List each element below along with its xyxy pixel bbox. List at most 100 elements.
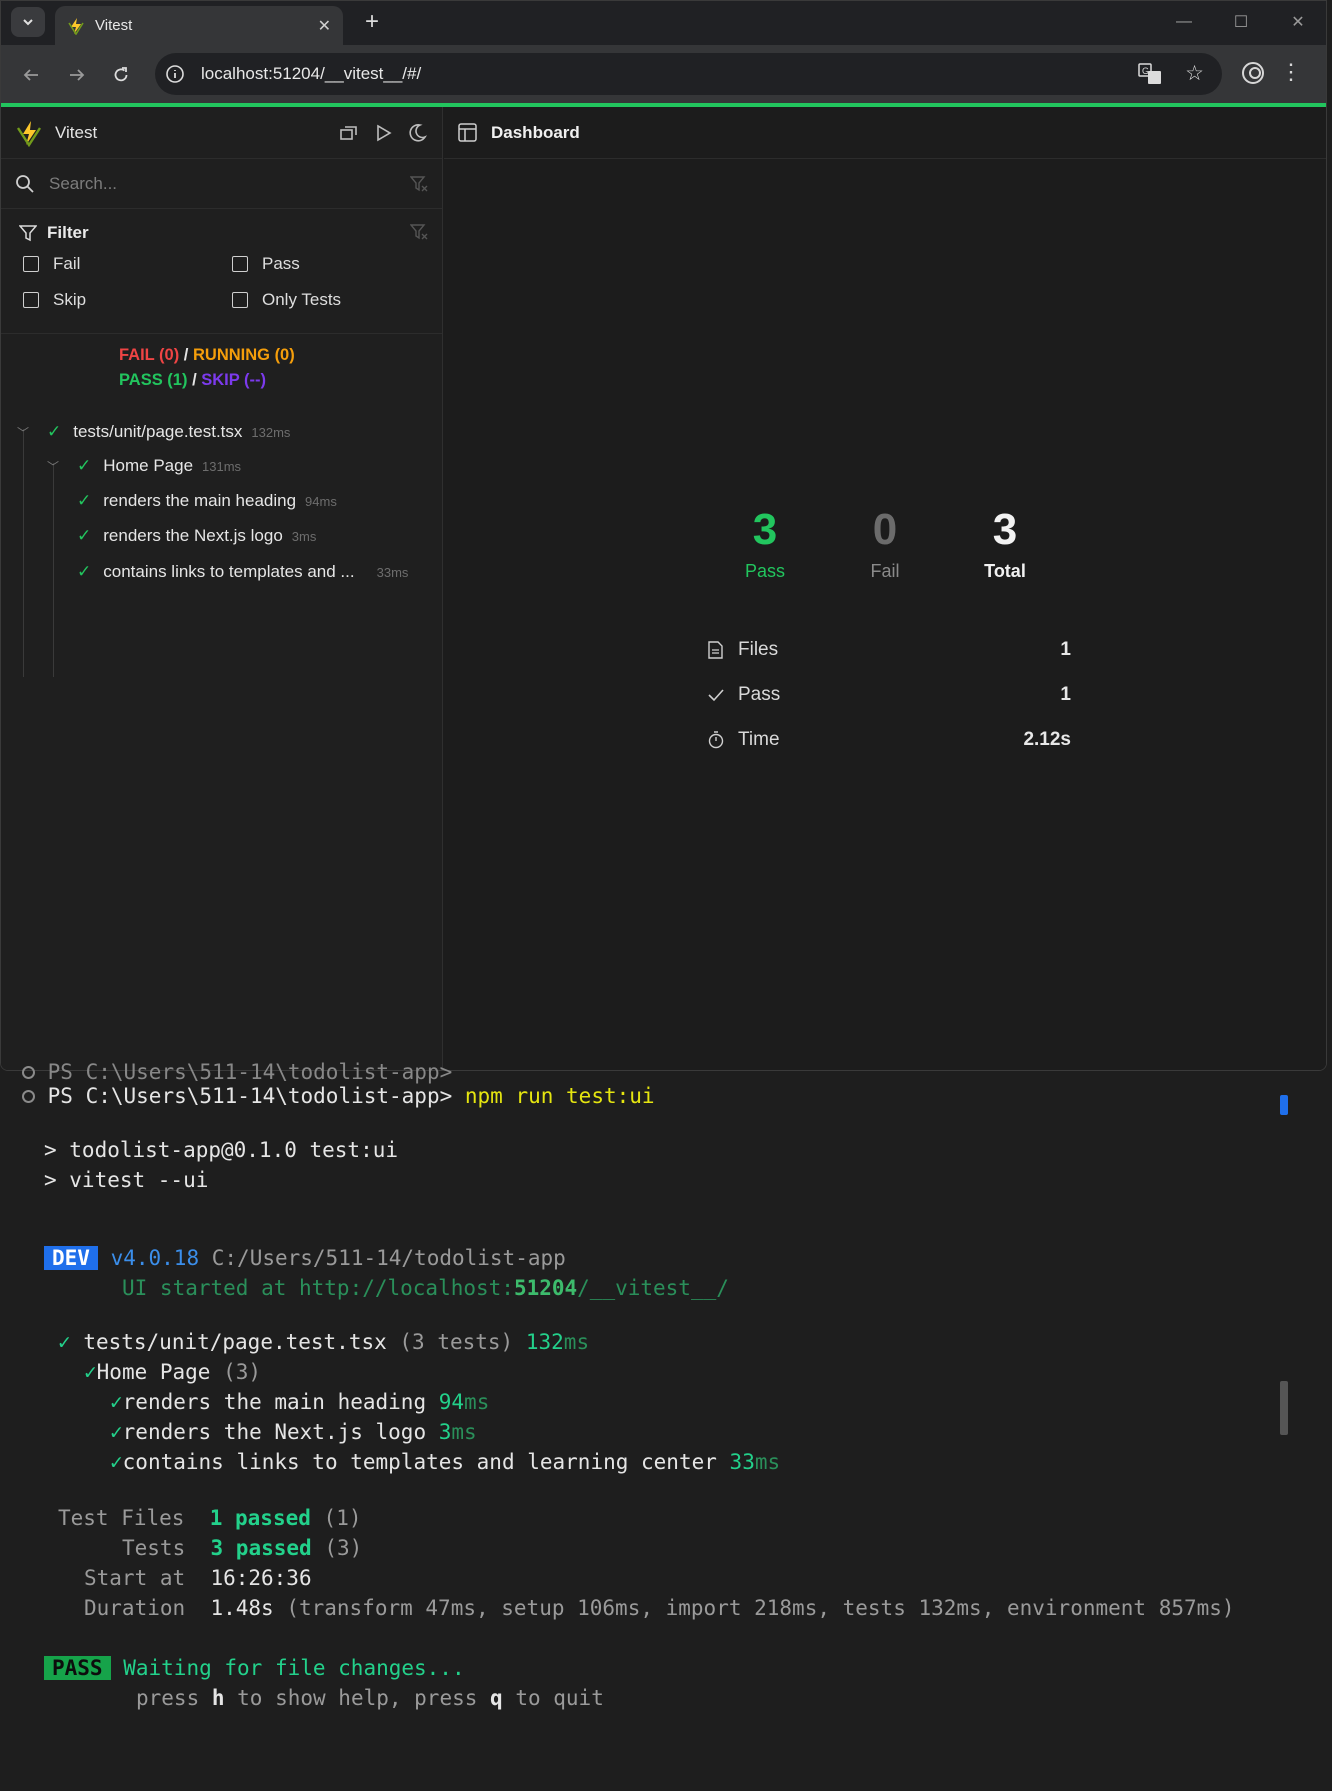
browser-toolbar: localhost:51204/__vitest__/#/ G ☆ ⋮ xyxy=(1,45,1326,103)
test-line: ✓renders the main heading 94ms xyxy=(110,1390,490,1414)
pass-line: PASS Waiting for file changes... xyxy=(44,1653,465,1683)
pass-stat-label: Pass xyxy=(744,561,786,581)
start-summary: Start at 16:26:36 xyxy=(84,1566,312,1590)
circle-icon xyxy=(22,1090,35,1103)
sidebar: Vitest Filter Fail Pass Skip Only Test xyxy=(1,107,443,1070)
terminal-panel[interactable]: PS C:\Users\511-14\todolist-app> PS C:\U… xyxy=(0,1060,1332,1791)
maximize-button[interactable]: ☐ xyxy=(1221,9,1261,35)
forward-button[interactable] xyxy=(61,59,93,91)
search-icon xyxy=(16,174,34,193)
skip-count: SKIP (--) xyxy=(201,371,267,389)
pass-row: Pass 1 xyxy=(708,680,1071,710)
fail-stat: 0 Fail xyxy=(840,505,930,582)
time-row: Time 2.12s xyxy=(708,725,1071,755)
fail-stat-label: Fail xyxy=(870,561,900,581)
browser-window: Vitest ✕ + — ☐ ✕ localhost:51204/__vites… xyxy=(0,0,1327,1071)
close-window-button[interactable]: ✕ xyxy=(1278,9,1318,35)
sidebar-header: Vitest xyxy=(1,107,442,159)
pass-badge: PASS xyxy=(44,1656,111,1680)
timer-icon xyxy=(708,731,724,749)
vitest-favicon-icon xyxy=(68,17,84,35)
terminal-command: npm run test:ui xyxy=(464,1084,655,1108)
test-line: ✓renders the Next.js logo 3ms xyxy=(110,1420,477,1444)
reload-button[interactable] xyxy=(105,59,137,91)
run-all-icon[interactable] xyxy=(372,122,394,144)
new-tab-button[interactable]: + xyxy=(357,7,387,37)
filter-icon xyxy=(19,225,37,242)
running-count: RUNNING (0) xyxy=(192,346,295,364)
dev-badge: DEV xyxy=(44,1246,98,1270)
filter-fail-checkbox[interactable]: Fail xyxy=(23,254,80,274)
ui-started-line: UI started at http://localhost:51204/__v… xyxy=(122,1276,729,1300)
filter-only-tests-checkbox[interactable]: Only Tests xyxy=(232,290,341,310)
suite-line: ✓Home Page (3) xyxy=(84,1360,262,1384)
status-summary: FAIL (0) / RUNNING (0) PASS (1) / SKIP (… xyxy=(119,346,295,389)
duration-summary: Duration 1.48s (transform 47ms, setup 10… xyxy=(84,1596,1235,1620)
filter-panel: Filter Fail Pass Skip Only Tests xyxy=(1,209,442,334)
tab-search-button[interactable] xyxy=(11,7,45,37)
dev-line: DEV v4.0.18 C:/Users/511-14/todolist-app xyxy=(44,1243,566,1273)
site-info-icon[interactable] xyxy=(165,64,185,84)
check-icon xyxy=(708,689,724,702)
arrow-left-icon xyxy=(23,69,38,81)
menu-kebab-icon[interactable]: ⋮ xyxy=(1280,59,1302,85)
test-line: ✓contains links to templates and learnin… xyxy=(110,1450,781,1474)
pass-count: PASS (1) xyxy=(119,371,188,389)
fail-stat-value: 0 xyxy=(872,505,898,554)
check-icon: ✓ xyxy=(47,422,62,441)
browser-tab[interactable]: Vitest ✕ xyxy=(55,6,343,45)
chevron-down-icon[interactable]: ﹀ xyxy=(17,424,31,441)
tree-item-test[interactable]: ✓ renders the main heading 94ms xyxy=(1,486,443,516)
clear-search-icon[interactable] xyxy=(410,175,428,193)
chevron-down-icon xyxy=(23,19,33,26)
back-button[interactable] xyxy=(15,59,47,91)
total-stat-value: 3 xyxy=(992,505,1018,554)
test-files-summary: Test Files 1 passed (1) xyxy=(58,1506,362,1530)
tree-item-test[interactable]: ✓ renders the Next.js logo 3ms xyxy=(1,521,443,551)
terminal-prompt-line: PS C:\Users\511-14\todolist-app> npm run… xyxy=(22,1081,655,1111)
terminal-scroll-marker xyxy=(1280,1095,1288,1115)
tests-summary: Tests 3 passed (3) xyxy=(122,1536,363,1560)
tab-title: Vitest xyxy=(95,17,133,34)
dark-mode-icon[interactable] xyxy=(406,122,428,144)
total-stat-label: Total xyxy=(984,561,1026,581)
dashboard-title: Dashboard xyxy=(491,122,580,142)
address-bar[interactable]: localhost:51204/__vitest__/#/ G ☆ xyxy=(155,53,1222,95)
test-file-line: ✓ tests/unit/page.test.tsx (3 tests) 132… xyxy=(58,1330,590,1354)
chevron-down-icon[interactable]: ﹀ xyxy=(47,458,61,475)
bookmark-star-icon[interactable]: ☆ xyxy=(1185,61,1204,86)
url-text: localhost:51204/__vitest__/#/ xyxy=(201,64,422,83)
filter-pass-checkbox[interactable]: Pass xyxy=(232,254,300,274)
filter-heading: Filter xyxy=(19,223,89,243)
sidebar-title: Vitest xyxy=(55,122,98,142)
minimize-button[interactable]: — xyxy=(1164,9,1204,35)
check-icon: ✓ xyxy=(77,456,92,475)
tree-item-test[interactable]: ✓ contains links to templates and ... 33… xyxy=(1,557,443,587)
svg-text:G: G xyxy=(1142,66,1149,76)
filter-skip-checkbox[interactable]: Skip xyxy=(23,290,86,310)
tree-item-suite[interactable]: ﹀ ✓ Home Page 131ms xyxy=(1,451,443,481)
vitest-app: Vitest Filter Fail Pass Skip Only Test xyxy=(1,107,1326,1070)
help-line: press h to show help, press q to quit xyxy=(136,1686,604,1710)
circle-icon xyxy=(22,1066,35,1079)
file-icon xyxy=(708,641,723,659)
terminal-scrollbar[interactable] xyxy=(1280,1381,1288,1435)
profile-icon[interactable] xyxy=(1242,62,1264,84)
dashboard-icon xyxy=(458,123,477,142)
reload-icon xyxy=(114,67,128,82)
total-stat: 3 Total xyxy=(960,505,1050,582)
check-icon: ✓ xyxy=(77,491,92,510)
tree-item-file[interactable]: ﹀ ✓ tests/unit/page.test.tsx 132ms xyxy=(1,417,443,447)
fail-count: FAIL (0) xyxy=(119,346,180,364)
dashboard-header: Dashboard xyxy=(444,107,1326,159)
dashboard-panel: Dashboard 3 Pass 0 Fail 3 Total Files 1 xyxy=(444,107,1326,1070)
arrow-right-icon xyxy=(70,69,85,81)
search-input[interactable] xyxy=(49,173,410,194)
clear-filter-icon[interactable] xyxy=(410,223,428,241)
tab-close-icon[interactable]: ✕ xyxy=(318,16,331,36)
check-icon: ✓ xyxy=(77,526,92,545)
terminal-output-line: > todolist-app@0.1.0 test:ui xyxy=(44,1138,399,1162)
terminal-output-line: > vitest --ui xyxy=(44,1168,209,1192)
collapse-all-icon[interactable] xyxy=(338,122,360,144)
translate-icon[interactable]: G xyxy=(1138,63,1162,85)
